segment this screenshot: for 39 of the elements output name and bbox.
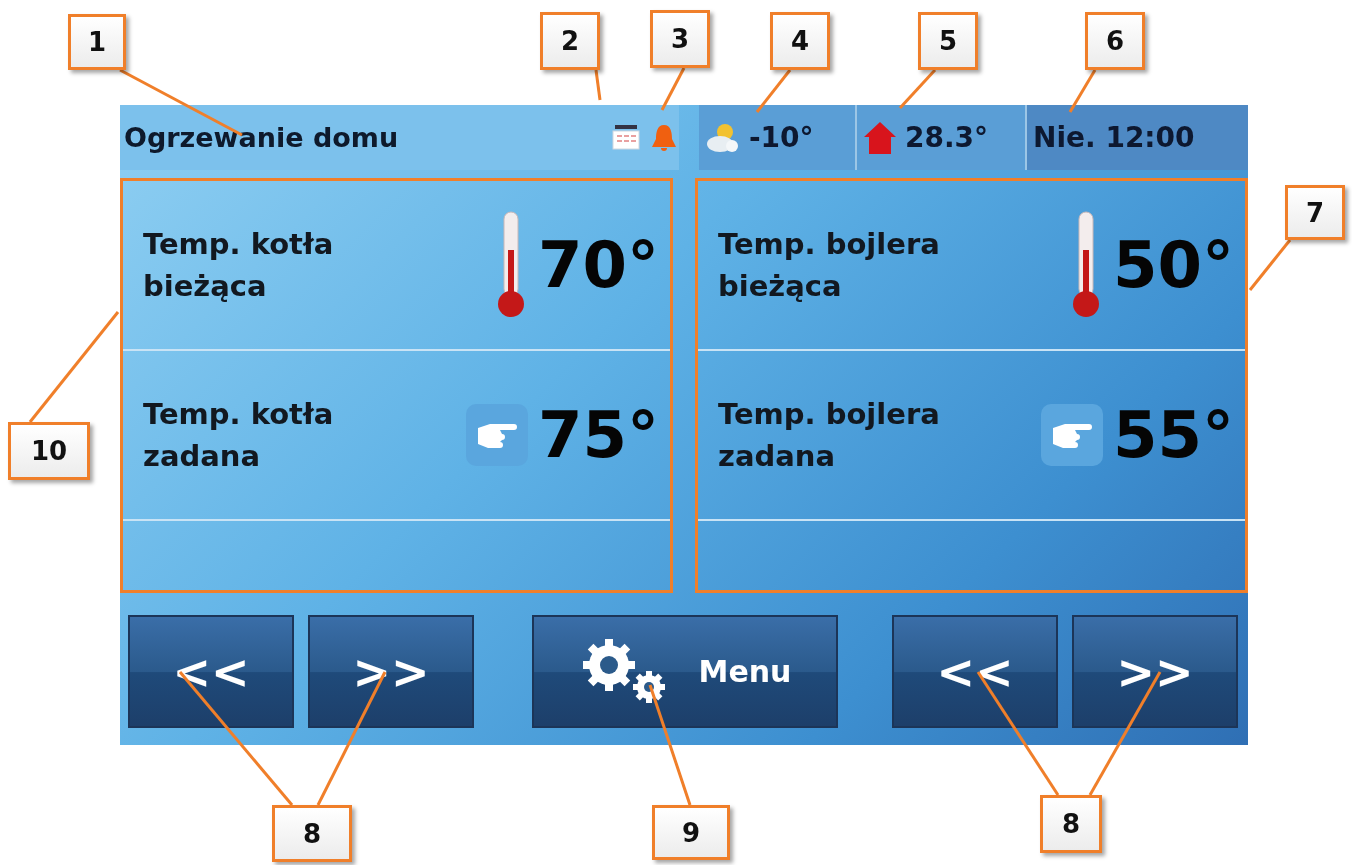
callout-number: 2 <box>540 12 600 70</box>
arrow-button[interactable]: >> <box>1072 615 1238 728</box>
day-time: Nie. 12:00 <box>1033 121 1195 154</box>
leader-line <box>594 69 602 101</box>
pointing-hand-icon[interactable] <box>1041 404 1103 466</box>
callout-number: 4 <box>770 12 830 70</box>
pointing-hand-icon[interactable] <box>466 404 528 466</box>
indoor-temperature: 28.3° <box>905 121 989 154</box>
leader-line <box>755 69 792 113</box>
temperature-label: Temp. kotła zadana <box>143 395 335 475</box>
menu-button[interactable]: Menu <box>532 615 838 728</box>
leader-line <box>898 69 937 109</box>
temperature-label: Temp. kotła bieżąca <box>143 225 335 305</box>
callout-number: 8 <box>1040 795 1102 853</box>
temperature-value: 75° <box>538 398 656 472</box>
temperature-value: 70° <box>538 228 656 302</box>
callout-number: 6 <box>1085 12 1145 70</box>
callout-number: 7 <box>1285 185 1345 240</box>
callout-number: 3 <box>650 10 710 68</box>
leader-line <box>1068 69 1097 113</box>
arrow-button[interactable]: << <box>128 615 294 728</box>
calendar-icon[interactable] <box>611 124 641 151</box>
temperature-label: Temp. bojlera zadana <box>718 395 941 475</box>
arrow-button[interactable]: >> <box>308 615 474 728</box>
callout-number: 9 <box>652 805 730 860</box>
arrow-button[interactable]: << <box>892 615 1058 728</box>
outdoor-temperature: -10° <box>749 121 814 154</box>
temperature-value: 55° <box>1113 398 1231 472</box>
callout-number: 8 <box>272 805 352 862</box>
callout-number: 5 <box>918 12 978 70</box>
sun-cloud-icon <box>705 121 741 154</box>
callout-number: 10 <box>8 422 90 480</box>
house-icon <box>863 119 897 156</box>
temperature-label: Temp. bojlera bieżąca <box>718 225 941 305</box>
temperature-value: 50° <box>1113 228 1231 302</box>
callout-number: 1 <box>68 14 126 70</box>
bell-icon[interactable] <box>649 122 679 153</box>
screen-title: Ogrzewanie domu <box>124 122 400 153</box>
leader-line <box>660 67 686 111</box>
